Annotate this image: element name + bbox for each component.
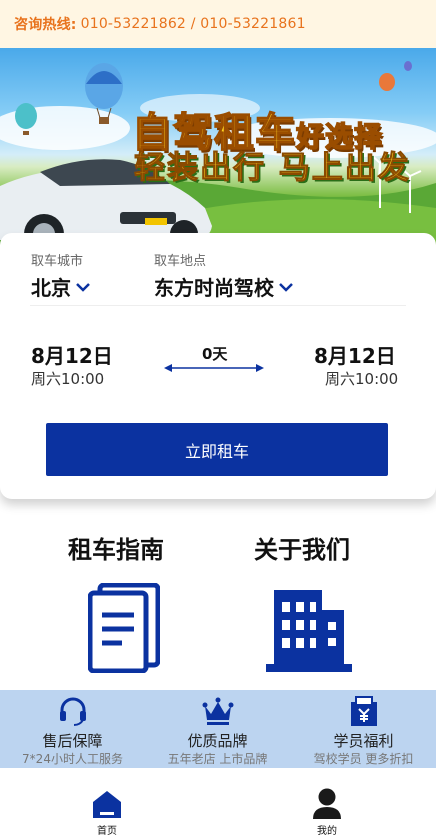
- service-title: 售后保障: [42, 732, 103, 750]
- service-student-benefits[interactable]: 学员福利 驾校学员 更多折扣: [291, 690, 436, 768]
- rental-duration: 0天: [202, 345, 228, 363]
- hotline-numbers[interactable]: 010-53221862 / 010-53221861: [81, 16, 306, 32]
- nav-label: 首页: [97, 826, 117, 836]
- service-quality-brand[interactable]: 优质品牌 五年老店 上市品牌: [145, 690, 290, 768]
- location-selector[interactable]: 东方时尚驾校: [154, 272, 294, 301]
- service-desc: 驾校学员 更多折扣: [313, 752, 414, 766]
- hotline-label: 咨询热线:: [14, 17, 77, 33]
- service-desc: 五年老店 上市品牌: [167, 752, 268, 766]
- return-date: 8月12日: [314, 344, 396, 368]
- location-value: 东方时尚驾校: [154, 276, 274, 300]
- pickup-time: 周六10:00: [31, 370, 105, 388]
- duration-arrow-icon: [164, 364, 264, 372]
- feature-title: 租车指南: [68, 536, 164, 564]
- coupon-icon: [350, 696, 377, 726]
- services-strip: 售后保障 7*24小时人工服务 优质品牌 五年老店 上市品牌 学员福利 驾校学员…: [0, 690, 436, 768]
- return-time: 周六10:00: [325, 370, 399, 388]
- document-icon: [88, 583, 160, 673]
- service-desc: 7*24小时人工服务: [22, 752, 123, 766]
- promo-banner[interactable]: 自驾租车好选择 轻装出行 马上出发: [0, 48, 436, 253]
- city-selector[interactable]: 北京: [31, 272, 91, 301]
- building-icon: [266, 590, 352, 672]
- bottom-nav: 首页 我的: [0, 768, 436, 836]
- nav-label: 我的: [317, 826, 337, 836]
- location-label: 取车地点: [154, 254, 207, 269]
- rent-now-button[interactable]: 立即租车: [46, 423, 388, 476]
- city-value: 北京: [31, 276, 71, 300]
- crown-icon: [202, 697, 233, 725]
- chevron-down-icon: [279, 282, 293, 292]
- headset-icon: [59, 697, 86, 726]
- banner-subtitle: 轻装出行 马上出发: [134, 150, 411, 187]
- feature-title: 关于我们: [254, 536, 350, 564]
- service-title: 优质品牌: [187, 732, 248, 750]
- service-title: 学员福利: [333, 732, 394, 750]
- user-icon: [313, 788, 341, 819]
- hotline-bar: 咨询热线: 010-53221862 / 010-53221861: [0, 0, 436, 48]
- card-divider: [30, 305, 406, 306]
- chevron-down-icon: [76, 282, 90, 292]
- city-label: 取车城市: [31, 254, 84, 269]
- pickup-date: 8月12日: [31, 344, 113, 368]
- home-icon: [93, 791, 121, 818]
- service-after-sales[interactable]: 售后保障 7*24小时人工服务: [0, 690, 145, 768]
